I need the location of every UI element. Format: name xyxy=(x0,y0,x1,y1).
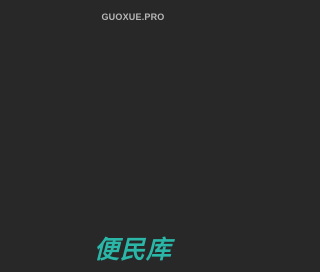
brand-logo: 便民库 xyxy=(93,235,172,264)
app-screen: GUOXUE.PRO 便民库 xyxy=(0,0,266,272)
site-domain-label: GUOXUE.PRO xyxy=(101,12,165,22)
